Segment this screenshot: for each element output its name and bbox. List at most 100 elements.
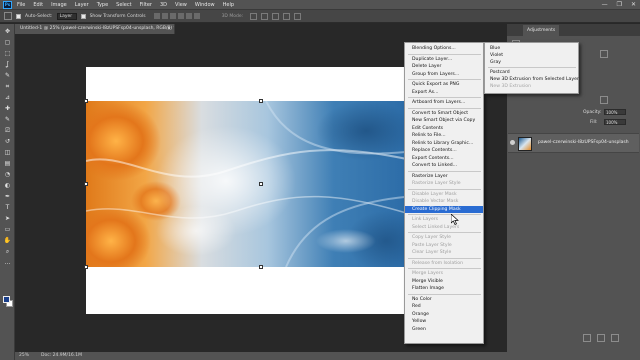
auto-select-dropdown[interactable]: Layer [56,12,77,20]
context-menu-item[interactable]: Red [405,303,483,310]
path-select-tool-icon[interactable]: ➤ [3,215,12,222]
align-center-icon[interactable] [185,13,192,19]
menu-item[interactable]: Type [97,2,108,8]
transform-handle-center[interactable] [259,182,263,186]
blur-tool-icon[interactable]: ◔ [3,171,12,178]
context-menu-item[interactable]: Export As... [405,89,483,96]
submenu-item[interactable]: Violet [485,52,578,59]
minimize-button[interactable]: — [602,1,608,9]
brush-tool-icon[interactable]: ✎ [3,116,12,123]
menu-item[interactable]: Help [223,2,234,8]
context-menu-item[interactable]: Rasterize Layer [405,173,483,180]
context-menu-item[interactable]: Yellow [405,318,483,325]
marquee-tool-icon[interactable]: ⬚ [3,50,12,57]
show-transform-checkbox[interactable] [80,13,86,19]
eye-icon[interactable] [510,140,515,145]
quick-select-tool-icon[interactable]: ✎ [3,72,12,79]
history-brush-tool-icon[interactable]: ↺ [3,138,12,145]
context-menu-item[interactable]: Merge Visible [405,278,483,285]
eraser-tool-icon[interactable]: ◫ [3,149,12,156]
transform-handle-middle-left[interactable] [84,182,88,186]
context-menu-item[interactable]: Flatten Image [405,285,483,292]
align-middle-icon[interactable] [161,13,168,19]
align-bottom-icon[interactable] [169,13,176,19]
artboard-tool-icon[interactable]: ▢ [3,39,12,46]
submenu-item[interactable]: Gray [485,59,578,66]
context-menu-item[interactable]: Quick Export as PNG [405,81,483,88]
clone-stamp-tool-icon[interactable]: ⎚ [3,127,12,134]
context-menu-item[interactable]: Delete Layer [405,63,483,70]
gradient-tool-icon[interactable]: ▤ [3,160,12,167]
3d-scale-icon[interactable] [294,12,302,20]
tab-adjustments[interactable]: Adjustments [523,25,560,36]
auto-select-checkbox[interactable] [16,13,21,19]
transform-handle-top-center[interactable] [259,99,263,103]
document-size[interactable]: Doc: 24.9M/16.1M [41,352,82,360]
context-menu-item[interactable]: Orange [405,311,483,318]
3d-pan-icon[interactable] [272,12,280,20]
context-menu-item[interactable]: Replace Contents... [405,147,483,154]
document-tab-close-icon[interactable]: × [167,24,173,34]
menu-item[interactable]: Edit [33,2,43,8]
context-menu-item[interactable]: Group from Layers... [405,71,483,78]
context-menu-item[interactable]: Relink to File... [405,132,483,139]
rectangle-tool-icon[interactable]: ▭ [3,226,12,233]
pen-tool-icon[interactable]: ✒ [3,193,12,200]
fill-field[interactable]: 100% [604,119,626,125]
move-tool-icon[interactable]: ✥ [3,28,12,35]
restore-button[interactable]: ❐ [617,1,622,9]
layer-image[interactable] [86,101,416,267]
align-left-icon[interactable] [177,13,184,19]
3d-slide-icon[interactable] [283,12,291,20]
move-tool-preset-icon[interactable] [4,12,12,20]
submenu-item[interactable]: Postcard [485,69,578,76]
context-menu-item[interactable]: Blending Options... [405,45,483,52]
eyedropper-tool-icon[interactable]: ⊿ [3,94,12,101]
transform-handle-bottom-center[interactable] [259,265,263,269]
new-group-icon[interactable] [583,334,591,342]
transform-handle-bottom-left[interactable] [84,265,88,269]
document-tab[interactable]: Untitled-1 @ 25% (pawel-czerwinski-l8zUP… [15,24,175,34]
3d-rotate-icon[interactable] [250,12,258,20]
zoom-level[interactable]: 25% [19,352,29,360]
edit-toolbar-icon[interactable]: … [3,259,12,266]
align-top-icon[interactable] [153,13,160,19]
context-menu-item[interactable]: Duplicate Layer... [405,56,483,63]
context-menu-item[interactable]: Convert to Smart Object [405,110,483,117]
close-button[interactable]: ✕ [631,1,636,9]
transform-handle-top-left[interactable] [84,99,88,103]
type-tool-icon[interactable]: T [3,204,12,211]
menu-item[interactable]: 3D [160,2,167,8]
layer-name[interactable]: pawel-czerwinski-l8zUPSFsp04-unsplash [538,140,629,145]
foreground-color-swatch[interactable] [3,296,10,303]
context-menu-item[interactable]: Convert to Linked... [405,162,483,169]
context-menu-item[interactable]: New Smart Object via Copy [405,117,483,124]
hand-tool-icon[interactable]: ✋ [3,237,12,244]
context-menu-item[interactable]: Relink to Library Graphic... [405,140,483,147]
properties-icon[interactable] [600,50,608,58]
healing-brush-tool-icon[interactable]: ✚ [3,105,12,112]
menu-item[interactable]: Filter [140,2,152,8]
context-menu-item[interactable]: Artboard from Layers... [405,99,483,106]
opacity-field[interactable]: 100% [604,109,626,115]
3d-roll-icon[interactable] [261,12,269,20]
submenu-item[interactable]: Blue [485,45,578,52]
trash-icon[interactable] [611,334,619,342]
menu-item[interactable]: Window [195,2,215,8]
context-menu-item[interactable]: Create Clipping Mask [405,205,483,213]
context-menu-item[interactable]: Edit Contents [405,125,483,132]
menu-item[interactable]: File [17,2,25,8]
lasso-tool-icon[interactable]: ʆ [3,61,12,68]
align-right-icon[interactable] [193,13,200,19]
new-layer-icon[interactable] [597,334,605,342]
menu-item[interactable]: Select [116,2,131,8]
layers-panel-icon[interactable] [600,96,608,104]
context-menu-item[interactable]: Export Contents... [405,155,483,162]
zoom-tool-icon[interactable]: ⌕ [3,248,12,255]
menu-item[interactable]: Image [51,2,67,8]
menu-item[interactable]: Layer [75,2,89,8]
submenu-item[interactable]: New 3D Extrusion from Selected Layer [485,76,579,83]
layer-row[interactable]: pawel-czerwinski-l8zUPSFsp04-unsplash [508,133,639,153]
context-menu-item[interactable]: No Color [405,296,483,303]
menu-item[interactable]: View [175,2,187,8]
